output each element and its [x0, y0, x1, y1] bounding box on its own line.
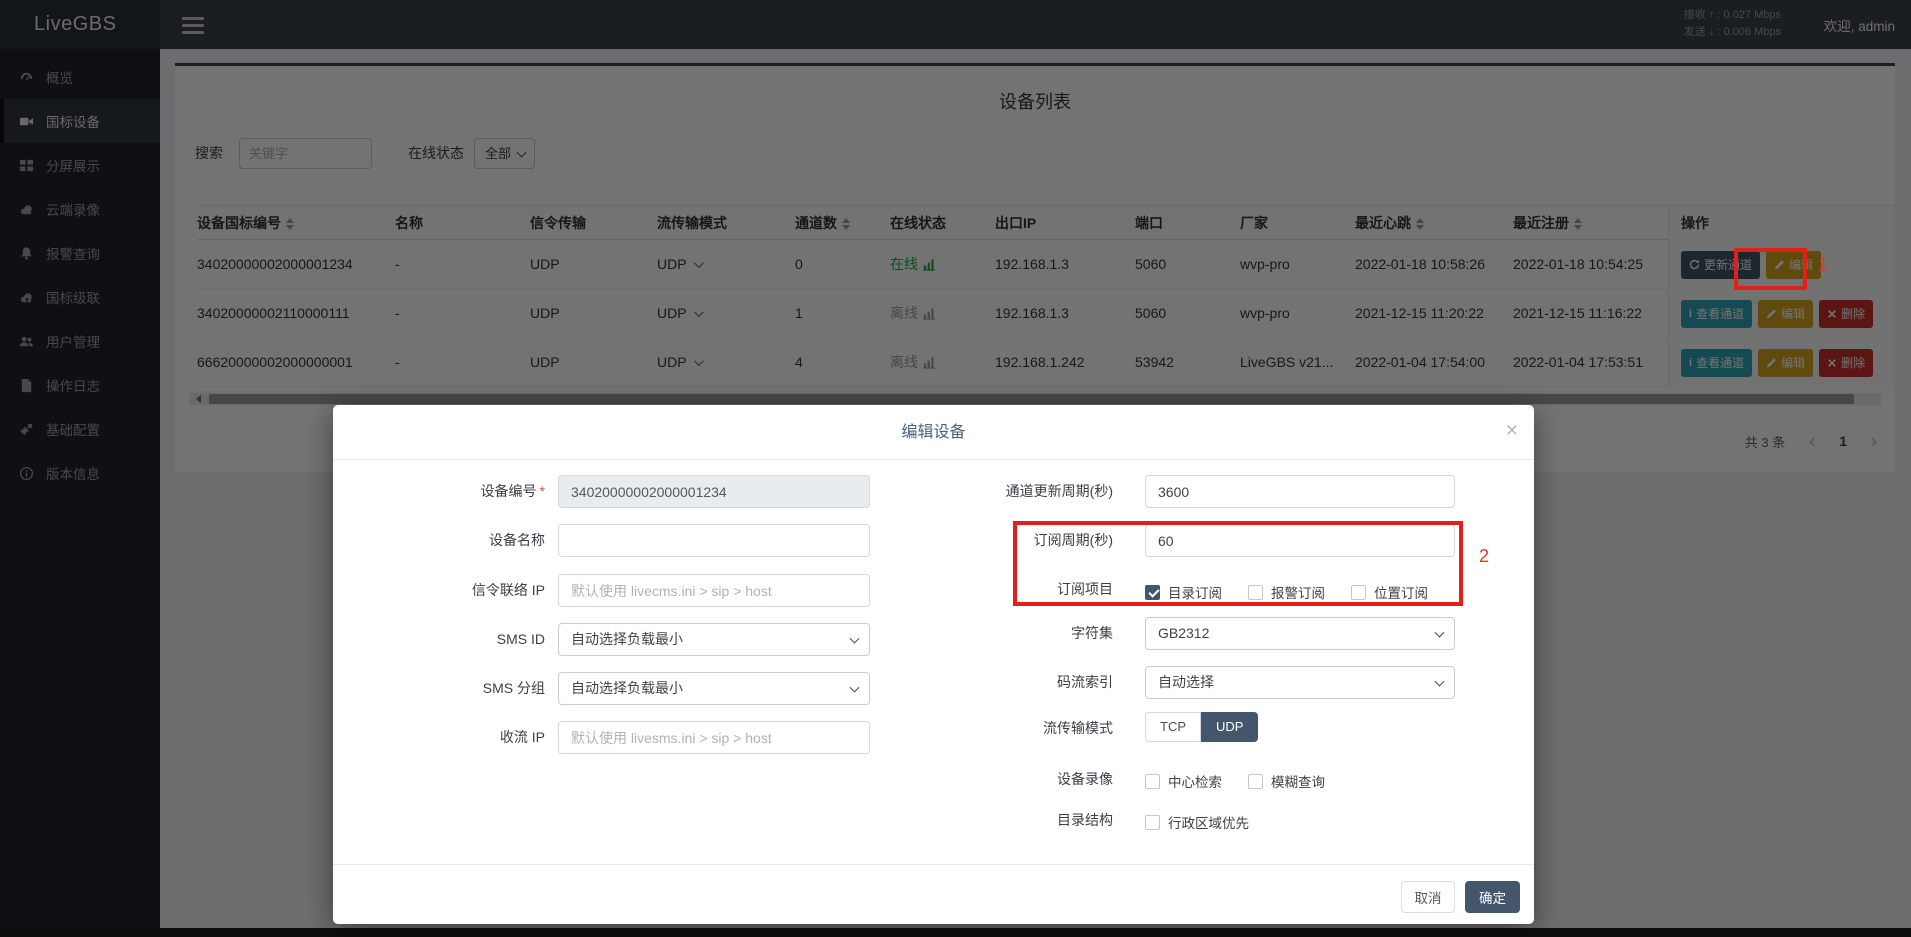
channel-period-input[interactable]	[1145, 475, 1455, 508]
modal-header: 编辑设备 ×	[333, 405, 1534, 460]
modal-footer: 取消 确定	[333, 864, 1534, 924]
annotation-box-1	[1734, 248, 1807, 290]
sms-id-label: SMS ID	[375, 623, 545, 656]
contact-ip-input[interactable]	[558, 574, 870, 607]
recv-ip-label: 收流 IP	[375, 721, 545, 754]
chevron-down-icon	[850, 633, 860, 643]
sms-id-select[interactable]: 自动选择负载最小	[558, 623, 870, 656]
annotation-label-2: 2	[1479, 546, 1489, 567]
center-search-checkbox[interactable]	[1145, 774, 1160, 789]
device-record-label: 设备录像	[913, 763, 1113, 796]
fuzzy-query-label: 模糊查询	[1271, 771, 1325, 791]
dir-structure-options: 行政区域优先	[1145, 812, 1267, 832]
stream-index-select[interactable]: 自动选择	[1145, 666, 1455, 699]
chevron-down-icon	[850, 682, 860, 692]
device-record-options: 中心检索 模糊查询	[1145, 771, 1343, 791]
stream-index-label: 码流索引	[913, 666, 1113, 699]
close-icon[interactable]: ×	[1506, 417, 1518, 445]
sms-group-select[interactable]: 自动选择负载最小	[558, 672, 870, 705]
recv-ip-input[interactable]	[558, 721, 870, 754]
center-search-label: 中心检索	[1168, 771, 1222, 791]
annotation-label-1: 1	[1818, 255, 1828, 276]
annotation-box-2	[1013, 521, 1463, 606]
fuzzy-query-checkbox[interactable]	[1248, 774, 1263, 789]
admin-region-first-label: 行政区域优先	[1168, 812, 1249, 832]
charset-select[interactable]: GB2312	[1145, 617, 1455, 650]
modal-title: 编辑设备	[333, 405, 1534, 460]
channel-period-label: 通道更新周期(秒)	[913, 475, 1113, 508]
contact-ip-label: 信令联络 IP	[375, 574, 545, 607]
required-mark: *	[540, 483, 545, 499]
admin-region-first-checkbox[interactable]	[1145, 815, 1160, 830]
chevron-down-icon	[1435, 676, 1445, 686]
dir-structure-label: 目录结构	[913, 804, 1113, 837]
sms-group-label: SMS 分组	[375, 672, 545, 705]
edit-device-modal: 编辑设备 × 设备编号* 设备名称 信令联络 IP SMS ID 自动选择负载最…	[333, 405, 1534, 924]
transport-toggle: TCP UDP	[1145, 712, 1258, 742]
charset-label: 字符集	[913, 617, 1113, 650]
device-name-input[interactable]	[558, 524, 870, 557]
chevron-down-icon	[1435, 627, 1445, 637]
transport-mode-label: 流传输模式	[913, 712, 1113, 745]
device-id-label: 设备编号*	[375, 475, 545, 508]
confirm-button[interactable]: 确定	[1465, 881, 1520, 913]
tcp-option[interactable]: TCP	[1145, 712, 1201, 742]
device-name-label: 设备名称	[375, 524, 545, 557]
udp-option[interactable]: UDP	[1201, 712, 1258, 742]
cancel-button[interactable]: 取消	[1401, 881, 1455, 913]
device-id-input	[558, 475, 870, 508]
